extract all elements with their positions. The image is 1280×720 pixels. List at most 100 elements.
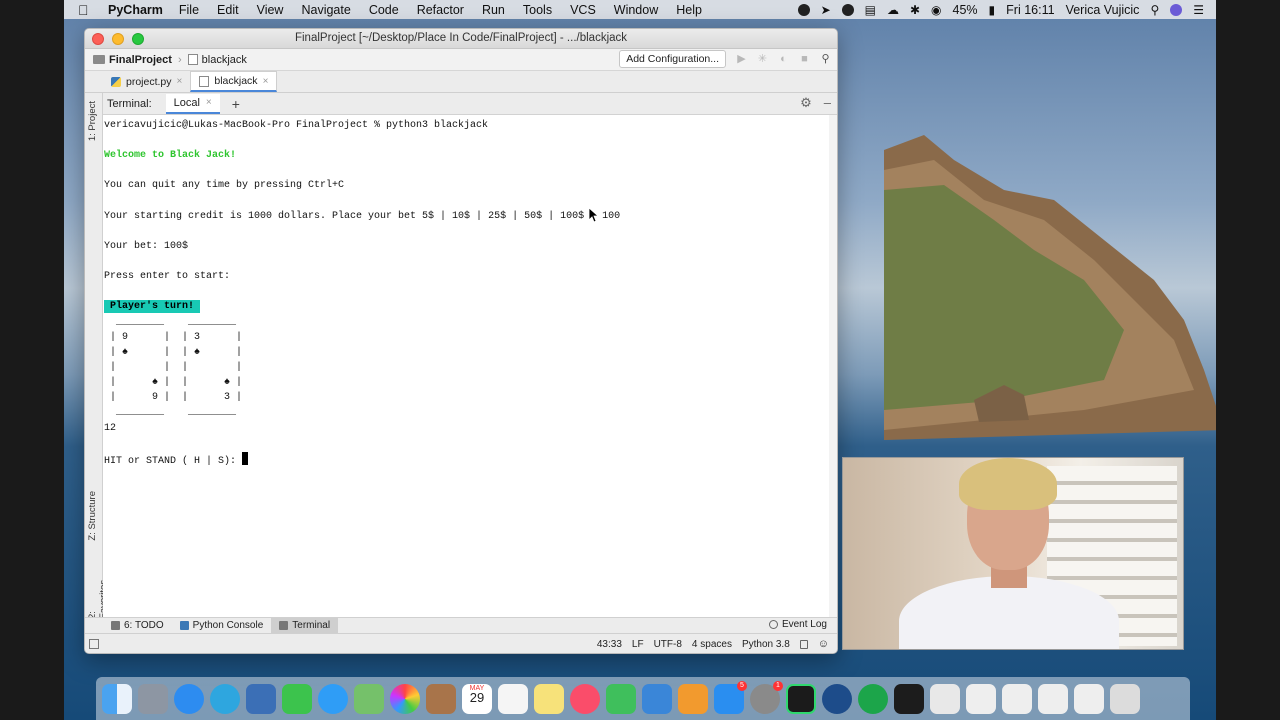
notification-center-icon[interactable]: ☰ (1193, 3, 1204, 17)
battery-percent[interactable]: 45% (953, 3, 978, 17)
indent-setting[interactable]: 4 spaces (692, 639, 732, 650)
calendar-icon[interactable]: MAY 29 (462, 683, 492, 714)
structure-tool-window-button[interactable]: Z: Structure (87, 491, 98, 541)
event-log-button[interactable]: Event Log (768, 619, 827, 630)
keynote-icon[interactable] (642, 683, 672, 714)
clock[interactable]: Fri 16:11 (1006, 3, 1054, 17)
telegram-dock-icon[interactable] (210, 683, 240, 714)
numbers-icon[interactable] (606, 683, 636, 714)
close-tab-icon[interactable]: × (263, 76, 269, 87)
add-configuration-button[interactable]: Add Configuration... (619, 50, 726, 68)
photos-icon[interactable] (390, 683, 420, 714)
line-separator[interactable]: LF (632, 639, 644, 650)
debug-icon[interactable]: ✳ (757, 53, 768, 65)
search-everywhere-icon[interactable]: ⚲ (820, 53, 831, 65)
battery-icon[interactable]: ▮ (989, 3, 996, 17)
pycharm-icon[interactable] (786, 683, 816, 714)
run-icon[interactable]: ▶ (736, 53, 747, 65)
terminal-dock-icon[interactable] (894, 683, 924, 714)
file-encoding[interactable]: UTF-8 (654, 639, 682, 650)
quicktime-icon[interactable] (822, 683, 852, 714)
facetime-icon[interactable] (282, 683, 312, 714)
spotlight-icon[interactable]: ⚲ (1150, 3, 1159, 17)
run-toolbar: Add Configuration... ▶ ✳ ◐ ■ ⚲ (619, 50, 831, 68)
apple-icon[interactable]:  (78, 3, 92, 17)
music-icon[interactable] (570, 683, 600, 714)
messages-dock-icon[interactable] (318, 683, 348, 714)
app-store-badge: 5 (737, 680, 747, 691)
screenshots-stack-icon[interactable] (1002, 683, 1032, 714)
new-terminal-icon[interactable]: + (232, 96, 240, 112)
menu-vcs[interactable]: VCS (570, 3, 596, 17)
record-icon[interactable] (797, 3, 810, 16)
gear-icon[interactable]: ⚙ (800, 95, 812, 111)
zoom-window-button[interactable] (132, 33, 144, 45)
text-cursor (242, 452, 249, 465)
safari-icon[interactable] (174, 683, 204, 714)
tab-blackjack[interactable]: blackjack × (190, 71, 278, 92)
tool-windows-toggle-icon[interactable] (89, 638, 99, 649)
bluetooth-icon[interactable]: ✱ (910, 3, 920, 17)
coverage-icon[interactable]: ◐ (778, 53, 789, 65)
minimize-window-button[interactable] (112, 33, 124, 45)
menu-app-name[interactable]: PyCharm (108, 3, 163, 17)
breadcrumb-project[interactable]: FinalProject (93, 54, 172, 66)
menu-navigate[interactable]: Navigate (301, 3, 350, 17)
card-art-line: ________ ________ (110, 407, 237, 418)
location-icon[interactable]: ➤ (821, 3, 831, 17)
finder-icon[interactable] (102, 683, 132, 714)
hide-panel-icon[interactable]: – (824, 95, 831, 111)
pages-icon[interactable] (678, 683, 708, 714)
lock-icon[interactable] (799, 639, 808, 649)
close-tab-icon[interactable]: × (206, 97, 212, 108)
reminders-icon[interactable] (498, 683, 528, 714)
project-tool-window-button[interactable]: 1: Project (87, 101, 98, 141)
menu-window[interactable]: Window (614, 3, 658, 17)
breadcrumb-separator: › (177, 53, 182, 66)
trash-icon[interactable] (1110, 683, 1140, 714)
menu-code[interactable]: Code (369, 3, 399, 17)
close-window-button[interactable] (92, 33, 104, 45)
notes-icon[interactable] (534, 683, 564, 714)
telegram-icon[interactable] (841, 3, 854, 16)
caret-position[interactable]: 43:33 (597, 639, 622, 650)
python-interpreter[interactable]: Python 3.8 (742, 639, 790, 650)
tab-project-py[interactable]: project.py × (103, 71, 190, 92)
terminal-scrollbar[interactable] (829, 115, 837, 619)
launchpad-icon[interactable] (138, 683, 168, 714)
terminal-tab-local[interactable]: Local × (165, 93, 220, 114)
todo-tab[interactable]: 6: TODO (103, 618, 172, 634)
menu-help[interactable]: Help (676, 3, 702, 17)
menu-view[interactable]: View (257, 3, 284, 17)
maps-icon[interactable] (354, 683, 384, 714)
stop-icon[interactable]: ■ (799, 53, 810, 65)
downloads-stack-icon[interactable] (1038, 683, 1068, 714)
screen-recorder-icon[interactable] (858, 683, 888, 714)
menu-refactor[interactable]: Refactor (417, 3, 464, 17)
wifi-icon[interactable]: ◉ (931, 3, 941, 17)
preview-icon[interactable] (246, 683, 276, 714)
messages-icon[interactable]: ▤ (865, 3, 876, 17)
user-name[interactable]: Verica Vujicic (1066, 3, 1140, 17)
tab-label: project.py (126, 75, 172, 88)
utorrent-icon[interactable] (930, 683, 960, 714)
menu-tools[interactable]: Tools (523, 3, 552, 17)
inspection-icon[interactable]: ☺ (818, 638, 829, 650)
cloud-icon[interactable]: ☁ (887, 3, 899, 17)
close-tab-icon[interactable]: × (177, 76, 183, 87)
system-preferences-icon[interactable]: 1 (750, 680, 783, 714)
menu-run[interactable]: Run (482, 3, 505, 17)
terminal-output[interactable]: vericavujicic@Lukas-MacBook-Pro FinalPro… (103, 115, 829, 619)
app-store-icon[interactable]: 5 (714, 680, 747, 714)
window-controls (92, 33, 144, 45)
menu-file[interactable]: File (179, 3, 199, 17)
breadcrumb-file[interactable]: blackjack (187, 54, 247, 66)
terminal-tool-tab[interactable]: Terminal (271, 617, 339, 634)
recents-stack-icon[interactable] (1074, 683, 1104, 714)
siri-icon[interactable] (1170, 3, 1183, 16)
terminal-input-line[interactable]: HIT or STAND ( H | S): (104, 452, 249, 467)
contacts-icon[interactable] (426, 683, 456, 714)
python-console-tab[interactable]: Python Console (172, 618, 272, 634)
menu-edit[interactable]: Edit (217, 3, 239, 17)
document-stack-icon[interactable] (966, 683, 996, 714)
